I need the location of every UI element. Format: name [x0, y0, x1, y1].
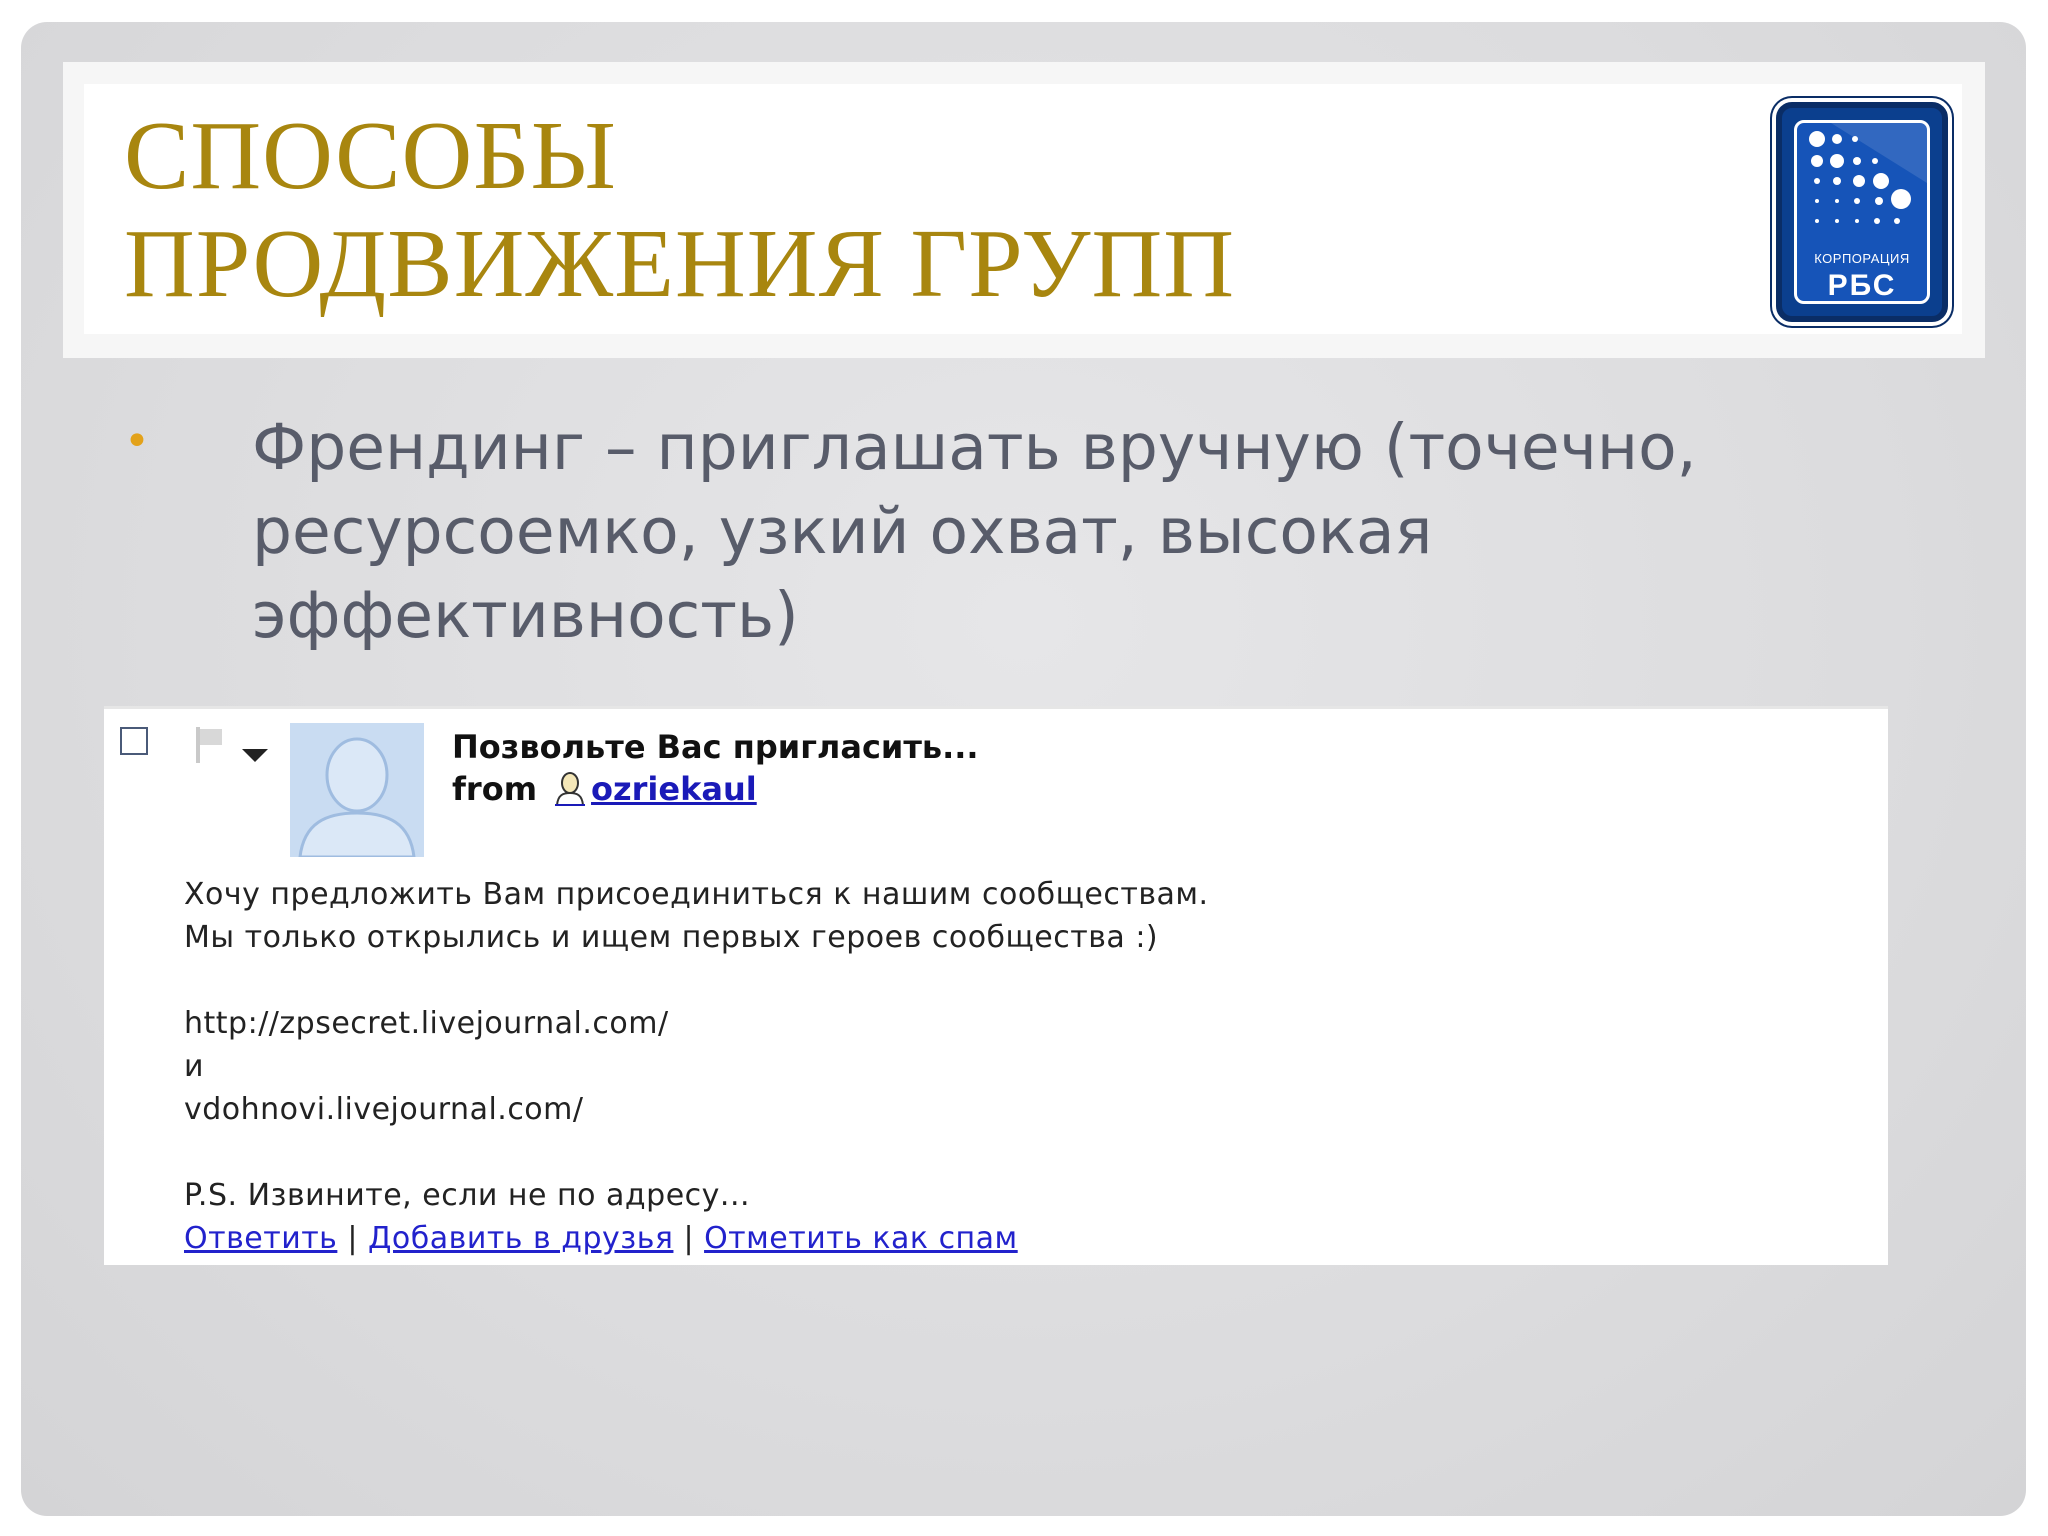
from-label: from — [452, 770, 538, 808]
message-body: Хочу предложить Вам присоединиться к наш… — [184, 873, 1834, 1217]
logo-caption: КОРПОРАЦИЯ — [1814, 251, 1910, 266]
body-line: Мы только открылись и ищем первых героев… — [184, 920, 1159, 955]
separator: | — [683, 1221, 695, 1256]
body-line: P.S. Извините, если не по адресу... — [184, 1178, 751, 1213]
logo-inner: КОРПОРАЦИЯ РБС — [1794, 120, 1930, 304]
logo-name: РБС — [1827, 269, 1897, 302]
title-line-1: СПОСОБЫ — [124, 102, 617, 210]
chevron-down-icon[interactable] — [242, 749, 268, 762]
reply-link[interactable]: Ответить — [184, 1221, 337, 1256]
message-from: from ozriekaul — [452, 769, 757, 809]
slide-title: СПОСОБЫ ПРОДВИЖЕНИЯ ГРУПП — [124, 102, 1235, 318]
message-checkbox[interactable] — [120, 727, 148, 755]
body-line: Хочу предложить Вам присоединиться к наш… — [184, 877, 1209, 912]
title-line-2: ПРОДВИЖЕНИЯ ГРУПП — [124, 210, 1236, 318]
bullet-text: Френдинг – приглашать вручную (точечно, … — [252, 411, 1697, 652]
user-silhouette-icon — [290, 723, 424, 857]
message-subject: Позвольте Вас пригласить... — [452, 728, 979, 766]
message-screenshot: Позвольте Вас пригласить... from ozrieka… — [104, 706, 1888, 1265]
body-line — [184, 1131, 1834, 1174]
flag-icon[interactable] — [194, 725, 226, 765]
body-line — [184, 959, 1834, 1002]
logo-dots-icon — [1809, 123, 1927, 224]
from-user-link[interactable]: ozriekaul — [591, 769, 757, 809]
rbs-logo: КОРПОРАЦИЯ РБС — [1776, 102, 1948, 322]
body-line: и — [184, 1049, 204, 1084]
mark-spam-link[interactable]: Отметить как спам — [704, 1221, 1018, 1256]
add-friend-link[interactable]: Добавить в друзья — [368, 1221, 673, 1256]
bullet-marker: • — [124, 416, 150, 467]
message-actions: Ответить | Добавить в друзья | Отметить как … — [184, 1219, 1018, 1259]
body-line-url: vdohnovi.livejournal.com/ — [184, 1092, 584, 1127]
separator: | — [347, 1221, 358, 1256]
user-icon[interactable] — [553, 771, 587, 807]
body-line-url: http://zpsecret.livejournal.com/ — [184, 1006, 669, 1041]
avatar — [290, 723, 424, 857]
